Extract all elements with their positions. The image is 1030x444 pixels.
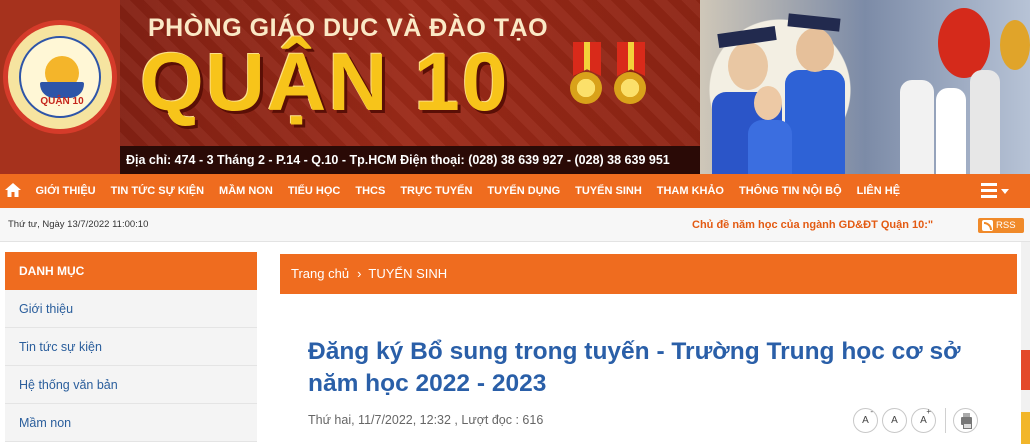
nav-item-7[interactable]: TUYỂN SINH	[568, 174, 650, 208]
sidebar-item-mam-non[interactable]: Mầm non	[5, 404, 257, 442]
sidebar-item-van-ban[interactable]: Hệ thống văn bản	[5, 366, 257, 404]
medal-icon	[614, 42, 648, 112]
sidebar-title: DANH MỤC	[5, 252, 257, 290]
nav-items: GIỚI THIỆU TIN TỨC SỰ KIỆN MẦM NON TIỂU HỌC…	[28, 174, 908, 208]
medal-icon	[570, 42, 604, 112]
nav-item-6[interactable]: TUYỂN DỤNG	[480, 174, 568, 208]
rss-button[interactable]: RSS	[978, 218, 1024, 233]
article-tools: A- A A +	[853, 408, 982, 433]
child-face	[754, 86, 782, 120]
logo-label: QUẬN 10	[40, 96, 84, 107]
info-bar: Thứ tư, Ngày 13/7/2022 11:00:10 Chủ đề n…	[0, 208, 1030, 242]
print-icon[interactable]	[953, 408, 978, 433]
font-normal-button[interactable]: A	[882, 408, 907, 433]
edge-decoration	[1021, 350, 1030, 390]
edge-decoration	[1021, 412, 1030, 444]
person-figure	[900, 80, 934, 174]
announcement-ticker[interactable]: Chủ đề năm học của ngành GD&ĐT Quận 10:"	[692, 208, 933, 242]
sidebar-item-gioi-thieu[interactable]: Giới thiệu	[5, 290, 257, 328]
nav-item-5[interactable]: TRỰC TUYẾN	[393, 174, 480, 208]
child-face	[796, 28, 834, 72]
child-face	[728, 42, 768, 90]
category-sidebar: DANH MỤC Giới thiệu Tin tức sự kiện Hệ t…	[5, 252, 257, 442]
graduate-figure	[748, 120, 792, 174]
nav-item-1[interactable]: TIN TỨC SỰ KIỆN	[103, 174, 211, 208]
sidebar-item-tin-tuc[interactable]: Tin tức sự kiện	[5, 328, 257, 366]
nav-item-10[interactable]: LIÊN HỆ	[849, 174, 907, 208]
right-edge-strip	[1021, 242, 1030, 444]
nav-item-8[interactable]: THAM KHẢO	[649, 174, 731, 208]
nav-item-3[interactable]: TIỂU HỌC	[280, 174, 348, 208]
site-banner: QUẬN 10 PHÒNG GIÁO DỤC VÀ ĐÀO TẠO QUẬN 1…	[0, 0, 1030, 174]
nav-item-2[interactable]: MẦM NON	[212, 174, 281, 208]
nav-item-9[interactable]: THÔNG TIN NỘI BỘ	[731, 174, 849, 208]
hamburger-menu-icon[interactable]	[981, 183, 1009, 201]
current-date: Thứ tư, Ngày 13/7/2022 11:00:10	[8, 219, 149, 230]
breadcrumb-current[interactable]: TUYỂN SINH	[368, 266, 447, 281]
rss-icon	[982, 220, 993, 231]
article-title: Đăng ký Bổ sung trong tuyến - Trường Tru…	[308, 338, 961, 397]
graduation-cap	[787, 13, 841, 32]
font-smaller-button[interactable]: A-	[853, 408, 878, 433]
main-navigation: GIỚI THIỆU TIN TỨC SỰ KIỆN MẦM NON TIỂU HỌC…	[0, 174, 1030, 208]
nav-item-4[interactable]: THCS	[348, 174, 393, 208]
breadcrumb-separator-icon: ›	[357, 266, 362, 281]
person-figure	[970, 70, 1000, 174]
decoration	[1000, 20, 1030, 70]
nav-item-0[interactable]: GIỚI THIỆU	[28, 174, 103, 208]
banner-district-title: QUẬN 10	[140, 37, 510, 128]
person-figure	[936, 88, 966, 174]
article-meta: Thứ hai, 11/7/2022, 12:32 , Lượt đọc : 6…	[308, 413, 544, 427]
breadcrumb: Trang chủ › TUYỂN SINH	[280, 254, 1017, 294]
font-larger-button[interactable]: A +	[911, 408, 936, 433]
graduate-figure	[785, 70, 845, 174]
department-logo[interactable]: QUẬN 10	[3, 20, 117, 134]
rss-label: RSS	[996, 220, 1016, 231]
banner-address: Địa chỉ: 474 - 3 Tháng 2 - P.14 - Q.10 -…	[120, 146, 700, 174]
home-icon[interactable]	[4, 181, 22, 199]
logo-ring: QUẬN 10	[19, 36, 101, 118]
tools-divider	[945, 408, 946, 433]
banner-photo	[700, 0, 1030, 174]
lion-dance-head	[938, 8, 990, 78]
breadcrumb-home-link[interactable]: Trang chủ	[291, 266, 349, 281]
